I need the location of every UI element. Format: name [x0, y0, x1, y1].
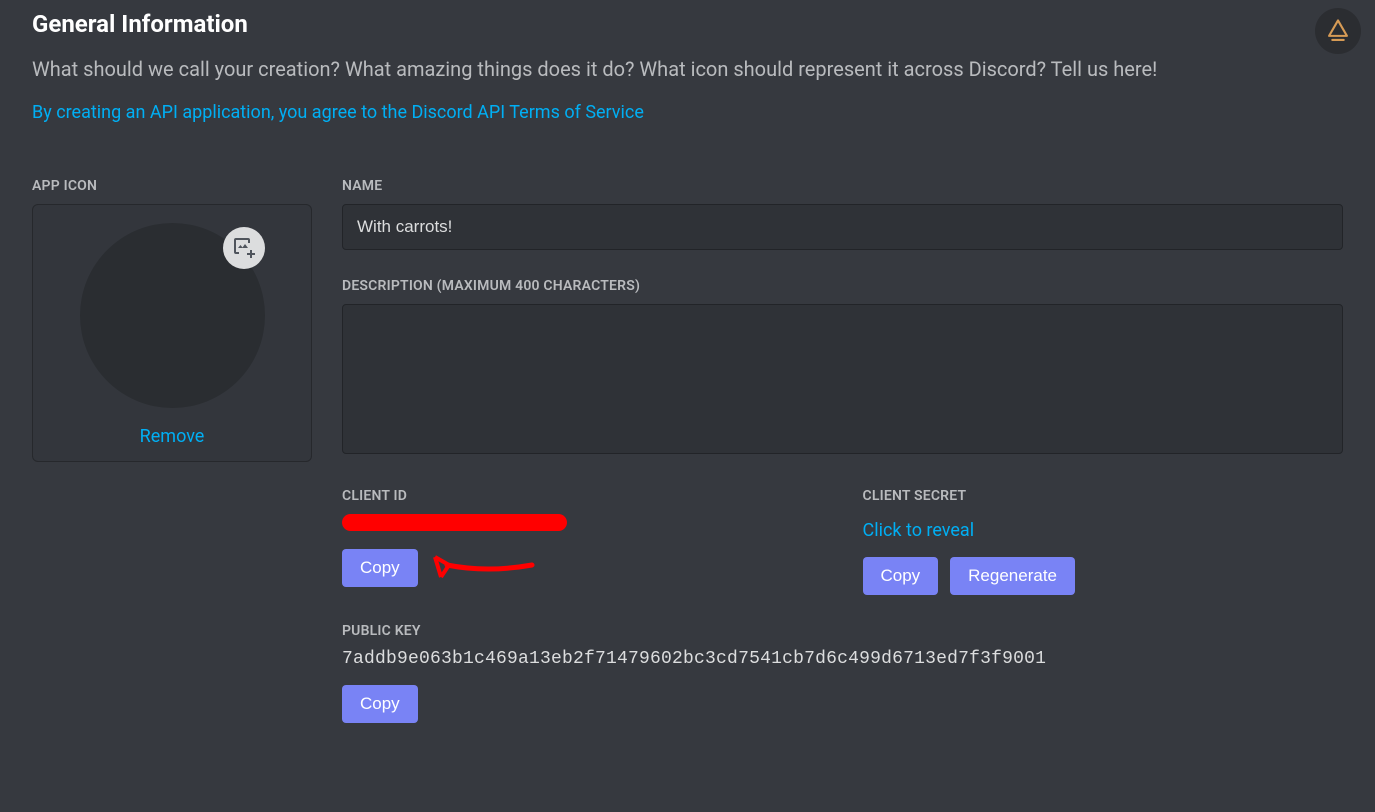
name-input[interactable]	[342, 204, 1343, 250]
reveal-secret-link[interactable]: Click to reveal	[863, 520, 975, 541]
regenerate-secret-button[interactable]: Regenerate	[950, 557, 1075, 595]
name-label: NAME	[342, 178, 1343, 194]
arrow-annotation-icon	[427, 543, 537, 583]
clientid-label: CLIENT ID	[342, 488, 823, 504]
copy-publickey-button[interactable]: Copy	[342, 685, 418, 723]
server-avatar[interactable]	[1315, 8, 1361, 54]
copy-secret-button[interactable]: Copy	[863, 557, 939, 595]
copy-clientid-button[interactable]: Copy	[342, 549, 418, 587]
appicon-label: APP ICON	[32, 178, 312, 194]
page-title: General Information	[32, 10, 1343, 38]
publickey-label: PUBLIC KEY	[342, 623, 1343, 639]
remove-appicon-link[interactable]: Remove	[140, 426, 205, 447]
clientid-redacted	[342, 514, 567, 531]
publickey-value: 7addb9e063b1c469a13eb2f71479602bc3cd7541…	[342, 649, 1343, 669]
tos-link[interactable]: By creating an API application, you agre…	[32, 102, 644, 123]
intro-text: What should we call your creation? What …	[32, 54, 1332, 84]
appicon-panel[interactable]: Remove	[32, 204, 312, 462]
image-plus-icon	[232, 236, 256, 260]
description-label: DESCRIPTION (MAXIMUM 400 CHARACTERS)	[342, 278, 1343, 294]
upload-badge[interactable]	[223, 227, 265, 269]
description-input[interactable]	[342, 304, 1343, 454]
pyramid-icon	[1325, 18, 1351, 44]
clientsecret-label: CLIENT SECRET	[863, 488, 1344, 504]
